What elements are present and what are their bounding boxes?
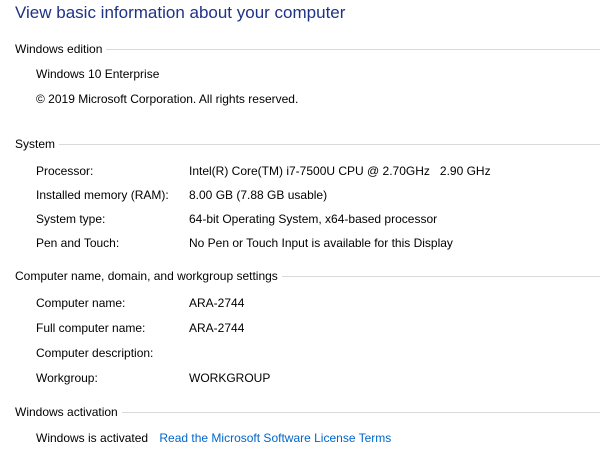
row-value-installed-memory: 8.00 GB (7.88 GB usable) (189, 188, 328, 202)
row-installed-memory: Installed memory (RAM): 8.00 GB (7.88 GB… (36, 188, 596, 204)
row-value-system-type: 64-bit Operating System, x64-based proce… (189, 212, 438, 226)
row-workgroup: Workgroup: WORKGROUP (36, 371, 596, 387)
section-divider (121, 412, 600, 413)
row-label-full-computer-name: Full computer name: (36, 321, 146, 335)
section-divider (281, 276, 600, 277)
row-value-full-computer-name: ARA-2744 (189, 321, 245, 335)
section-heading-windows-edition: Windows edition (15, 42, 107, 56)
section-computer-name: Computer name, domain, and workgroup set… (15, 268, 600, 284)
license-terms-link[interactable]: Read the Microsoft Software License Term… (159, 431, 391, 445)
page-title: View basic information about your comput… (15, 3, 346, 22)
row-value-pen-and-touch: No Pen or Touch Input is available for t… (189, 236, 453, 250)
section-divider (106, 49, 600, 50)
section-windows-edition: Windows edition (15, 41, 600, 57)
row-label-computer-name: Computer name: (36, 296, 126, 310)
row-computer-description: Computer description: (36, 346, 596, 362)
row-full-computer-name: Full computer name: ARA-2744 (36, 321, 596, 337)
row-processor: Processor: Intel(R) Core(TM) i7-7500U CP… (36, 164, 596, 180)
row-pen-and-touch: Pen and Touch: No Pen or Touch Input is … (36, 236, 596, 252)
section-heading-system: System (15, 137, 60, 151)
section-windows-activation: Windows activation (15, 404, 600, 420)
row-label-computer-description: Computer description: (36, 346, 154, 360)
copyright-text: © 2019 Microsoft Corporation. All rights… (36, 92, 299, 106)
row-value-workgroup: WORKGROUP (189, 371, 271, 385)
activation-status: Windows is activated (36, 431, 149, 445)
row-label-system-type: System type: (36, 212, 106, 226)
row-computer-name: Computer name: ARA-2744 (36, 296, 596, 312)
section-heading-windows-activation: Windows activation (15, 405, 122, 419)
activation-row: Windows is activated Read the Microsoft … (36, 431, 391, 445)
section-divider (59, 144, 600, 145)
row-value-processor: Intel(R) Core(TM) i7-7500U CPU @ 2.70GHz… (189, 164, 491, 178)
row-value-computer-name: ARA-2744 (189, 296, 245, 310)
row-label-installed-memory: Installed memory (RAM): (36, 188, 169, 202)
section-heading-computer-name: Computer name, domain, and workgroup set… (15, 269, 282, 283)
section-system: System (15, 136, 600, 152)
row-system-type: System type: 64-bit Operating System, x6… (36, 212, 596, 228)
row-label-processor: Processor: (36, 164, 94, 178)
row-label-workgroup: Workgroup: (36, 371, 98, 385)
windows-edition-name: Windows 10 Enterprise (36, 67, 160, 81)
row-label-pen-and-touch: Pen and Touch: (36, 236, 120, 250)
